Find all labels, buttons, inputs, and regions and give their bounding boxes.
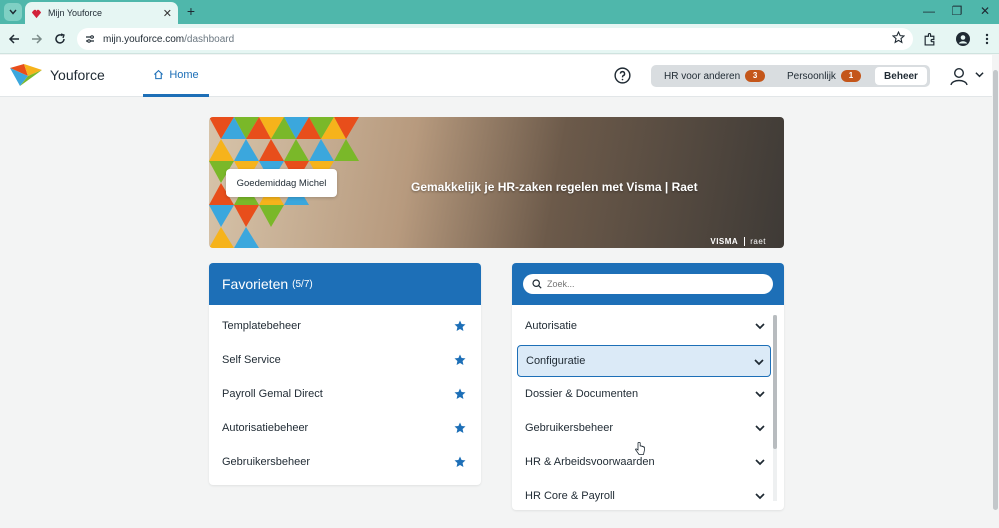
- favorite-item[interactable]: Templatebeheer: [209, 309, 481, 343]
- menu-item-autorisatie[interactable]: Autorisatie: [517, 310, 771, 342]
- favorites-count: (5/7): [292, 278, 313, 290]
- menu-item-label: Configuratie: [526, 355, 586, 367]
- menu-item-label: Dossier & Documenten: [525, 388, 639, 400]
- brand-name: Youforce: [50, 67, 105, 83]
- kebab-menu-icon: [985, 33, 989, 45]
- role-switcher: HR voor anderen 3 Persoonlijk 1 Beheer: [651, 65, 930, 87]
- page-scrollbar-thumb[interactable]: [993, 70, 998, 510]
- favorites-title: Favorieten: [222, 276, 289, 292]
- welcome-banner: Goedemiddag Michel Gemakkelijk je HR-zak…: [209, 117, 784, 248]
- chevron-down-icon: [755, 323, 765, 330]
- favorite-item[interactable]: Autorisatiebeheer: [209, 411, 481, 445]
- reload-icon: [55, 33, 65, 44]
- star-icon[interactable]: [454, 354, 466, 366]
- tab-close-icon[interactable]: ✕: [163, 7, 172, 20]
- star-icon[interactable]: [454, 422, 466, 434]
- minimize-button[interactable]: —: [919, 3, 939, 19]
- notification-badge: 1: [840, 70, 861, 82]
- menu-item-label: HR & Arbeidsvoorwaarden: [525, 456, 655, 468]
- favorite-item-label: Gebruikersbeheer: [222, 456, 311, 468]
- menu-item-label: HR Core & Payroll: [525, 490, 615, 502]
- browser-menu-button[interactable]: [979, 31, 995, 47]
- menu-item-label: Gebruikersbeheer: [525, 422, 614, 434]
- bookmark-star-icon[interactable]: [892, 31, 905, 44]
- url-host: mijn.youforce.com: [103, 33, 185, 45]
- favorite-item[interactable]: Payroll Gemal Direct: [209, 377, 481, 411]
- url-field[interactable]: mijn.youforce.com/dashboard: [77, 28, 913, 50]
- chevron-down-icon: [755, 425, 765, 432]
- menu-item-configuratie[interactable]: Configuratie: [517, 345, 771, 455]
- site-info-icon[interactable]: [83, 32, 97, 46]
- tab-home[interactable]: Home: [143, 55, 209, 97]
- role-persoonlijk-label: Persoonlijk: [787, 70, 836, 82]
- menu-item-label: Autorisatie: [525, 320, 577, 332]
- raet-wordmark: raet: [744, 237, 766, 246]
- profile-button[interactable]: [955, 31, 971, 47]
- close-window-button[interactable]: ✕: [975, 3, 995, 19]
- chevron-down-icon: [754, 359, 764, 366]
- favorite-item-label: Payroll Gemal Direct: [222, 388, 323, 400]
- menu-item-dossier[interactable]: Dossier & Documenten: [517, 378, 771, 410]
- app-header: Youforce Home HR voor anderen 3 Persoonl…: [0, 55, 992, 97]
- favorite-item[interactable]: Gebruikersbeheer: [209, 445, 481, 479]
- menu-item-gebruikersbeheer[interactable]: Gebruikersbeheer: [517, 412, 771, 444]
- back-button[interactable]: [6, 31, 22, 47]
- menu-item-hr-arbeidsvoorwaarden[interactable]: HR & Arbeidsvoorwaarden: [517, 446, 771, 478]
- banner-headline: Gemakkelijk je HR-zaken regelen met Vism…: [411, 180, 698, 194]
- menu-scrollbar-thumb[interactable]: [773, 315, 777, 449]
- search-icon: [532, 279, 542, 289]
- favorite-item-label: Templatebeheer: [222, 320, 301, 332]
- role-beheer[interactable]: Beheer: [875, 67, 927, 85]
- chevron-down-icon: [755, 459, 765, 466]
- tab-home-label: Home: [169, 68, 199, 81]
- role-hr-voor-anderen[interactable]: HR voor anderen 3: [664, 65, 766, 87]
- tab-list-button[interactable]: [4, 3, 22, 21]
- menu-header: [512, 263, 784, 305]
- extensions-button[interactable]: [921, 31, 937, 47]
- browser-tab[interactable]: Mijn Youforce ✕: [25, 2, 178, 24]
- notification-badge: 3: [745, 70, 766, 82]
- greeting-card: Goedemiddag Michel: [226, 169, 337, 197]
- menu-panel: Autorisatie Configuratie Dossier & Docum…: [512, 263, 784, 510]
- url-path: /dashboard: [184, 33, 235, 45]
- visma-raet-logo: VISMA raet: [710, 237, 766, 246]
- profile-icon: [956, 32, 970, 46]
- youforce-logo[interactable]: [10, 64, 42, 86]
- forward-button[interactable]: [29, 31, 45, 47]
- favorite-item-label: Autorisatiebeheer: [222, 422, 309, 434]
- search-box[interactable]: [523, 274, 773, 294]
- search-input[interactable]: [547, 279, 747, 289]
- help-icon[interactable]: [614, 67, 631, 84]
- star-icon[interactable]: [454, 320, 466, 332]
- visma-wordmark: VISMA: [710, 237, 739, 246]
- role-persoonlijk[interactable]: Persoonlijk 1: [787, 65, 861, 87]
- favorite-item-label: Self Service: [222, 354, 281, 366]
- user-icon[interactable]: [949, 66, 969, 86]
- puzzle-icon: [924, 32, 934, 46]
- star-icon[interactable]: [454, 388, 466, 400]
- favorite-item[interactable]: Self Service: [209, 343, 481, 377]
- chevron-down-icon: [9, 9, 17, 15]
- star-icon[interactable]: [454, 456, 466, 468]
- restore-button[interactable]: ❐: [947, 3, 967, 19]
- chevron-down-icon: [755, 391, 765, 398]
- arrow-right-icon: [32, 34, 43, 44]
- favorites-header: Favorieten (5/7): [209, 263, 481, 305]
- tab-title: Mijn Youforce: [48, 8, 103, 18]
- browser-tab-bar: Mijn Youforce ✕ + — ❐ ✕: [0, 0, 999, 24]
- chevron-down-icon[interactable]: [975, 71, 984, 78]
- menu-item-hr-core-payroll[interactable]: HR Core & Payroll: [517, 480, 771, 510]
- home-icon: [154, 69, 164, 80]
- favorites-panel: Favorieten (5/7) Templatebeheer Self Ser…: [209, 263, 481, 485]
- address-bar: mijn.youforce.com/dashboard: [0, 24, 999, 54]
- new-tab-button[interactable]: +: [183, 3, 199, 19]
- arrow-left-icon: [8, 34, 19, 44]
- role-hr-voor-anderen-label: HR voor anderen: [664, 70, 741, 82]
- favicon-icon: [31, 9, 42, 18]
- chevron-down-icon: [755, 493, 765, 500]
- reload-button[interactable]: [52, 31, 68, 47]
